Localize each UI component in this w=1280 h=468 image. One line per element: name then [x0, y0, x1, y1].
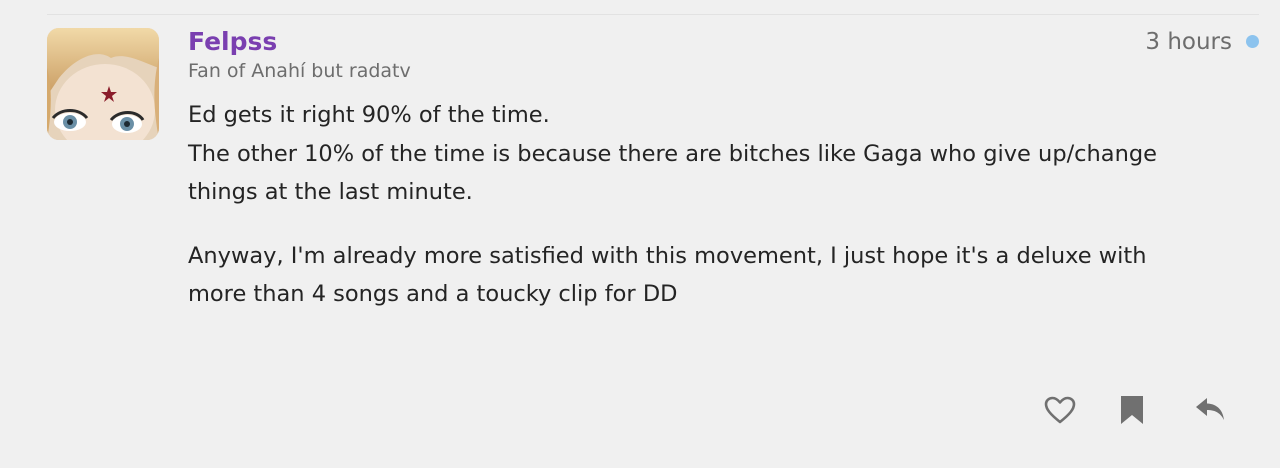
- like-button[interactable]: [1040, 390, 1080, 430]
- post-divider: [47, 14, 1259, 15]
- avatar[interactable]: [47, 28, 159, 140]
- reply-button[interactable]: [1190, 390, 1230, 430]
- forum-post: Felpss Fan of Anahí but radatv 3 hours E…: [0, 0, 1280, 468]
- post-line: Ed gets it right 90% of the time.: [188, 102, 550, 128]
- author-title: Fan of Anahí but radatv: [188, 60, 411, 82]
- post-paragraph: Anyway, I'm already more satisfied with …: [188, 237, 1188, 314]
- post-timestamp[interactable]: 3 hours: [1145, 27, 1232, 57]
- bookmark-button[interactable]: [1112, 390, 1152, 430]
- post-body: Ed gets it right 90% of the time. The ot…: [188, 96, 1188, 314]
- heart-outline-icon: [1044, 396, 1076, 424]
- bookmark-icon: [1121, 396, 1143, 424]
- post-line: The other 10% of the time is because the…: [188, 140, 1157, 206]
- post-paragraph: Ed gets it right 90% of the time. The ot…: [188, 96, 1188, 212]
- author-name[interactable]: Felpss: [188, 26, 277, 58]
- reply-arrow-icon: [1196, 398, 1224, 420]
- unread-indicator: [1246, 35, 1259, 48]
- post-line: Anyway, I'm already more satisfied with …: [188, 242, 1147, 308]
